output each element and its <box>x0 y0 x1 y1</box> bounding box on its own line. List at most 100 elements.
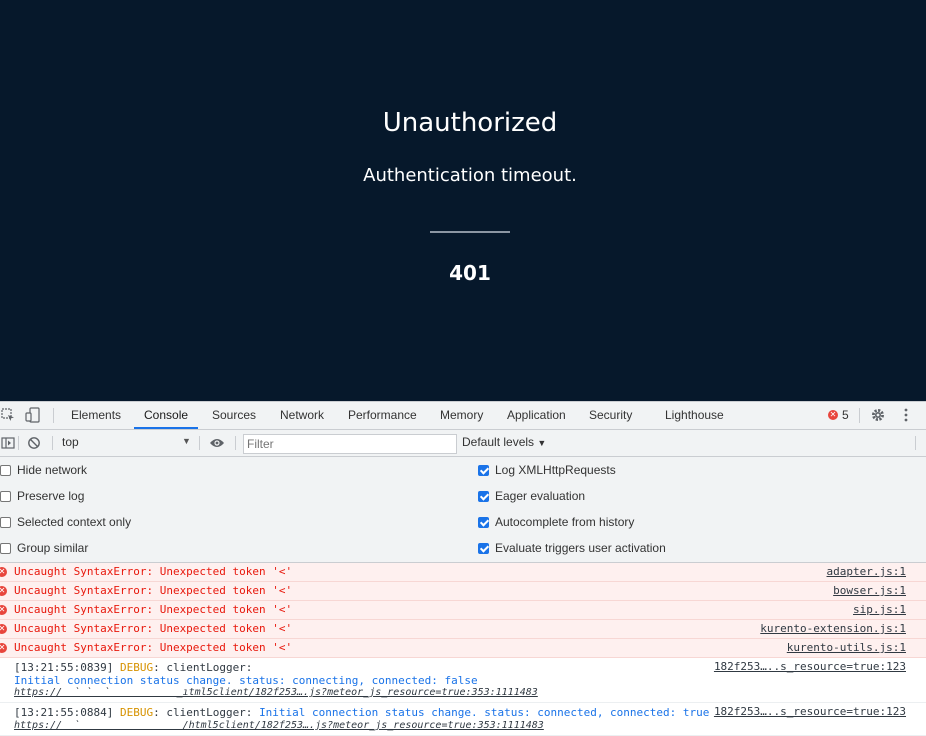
eye-icon[interactable] <box>209 434 225 452</box>
error-icon: ✕ <box>0 624 7 634</box>
log-header: [13:21:55:0839] DEBUG: clientLogger: <box>14 661 252 674</box>
log-level: DEBUG <box>119 661 154 674</box>
option-label: Hide network <box>17 463 88 477</box>
option-label: Preserve log <box>17 489 85 503</box>
source-link[interactable]: adapter.js:1 <box>827 565 906 578</box>
error-icon: ✕ <box>0 567 7 577</box>
source-link[interactable]: bowser.js:1 <box>833 584 906 597</box>
checkbox[interactable] <box>478 516 489 528</box>
option-label: Eager evaluation <box>495 489 586 503</box>
separator <box>52 436 53 450</box>
source-link[interactable]: kurento-extension.js:1 <box>760 622 906 635</box>
checkbox[interactable] <box>0 542 11 554</box>
tab-memory[interactable]: Memory <box>440 402 483 429</box>
log-level: DEBUG <box>119 706 154 719</box>
tab-lighthouse[interactable]: Lighthouse <box>665 402 724 429</box>
tab-security[interactable]: Security <box>589 402 632 429</box>
log-message: Initial connection status change. status… <box>14 674 478 687</box>
console-error-row: ✕ Uncaught SyntaxError: Unexpected token… <box>0 639 926 658</box>
log-time: [13:21:55:0839] <box>14 661 114 674</box>
inspect-element-icon[interactable] <box>0 406 16 424</box>
tab-network[interactable]: Network <box>280 402 324 429</box>
filter-input[interactable] <box>243 434 457 454</box>
checkbox[interactable] <box>0 464 11 476</box>
preserve-log-option[interactable]: Preserve log <box>0 486 84 506</box>
console-log-row: [13:21:55:0839] DEBUG: clientLogger: Ini… <box>0 658 926 703</box>
error-message: Uncaught SyntaxError: Unexpected token '… <box>14 641 293 654</box>
separator <box>915 436 916 450</box>
log-logger: : clientLogger: <box>153 661 253 674</box>
separator <box>199 436 200 450</box>
error-icon: ✕ <box>828 410 838 420</box>
source-link[interactable]: kurento-utils.js:1 <box>787 641 906 654</box>
show-sidebar-icon[interactable] <box>0 434 16 452</box>
chevron-down-icon: ▼ <box>537 438 547 448</box>
error-message: Uncaught SyntaxError: Unexpected token '… <box>14 622 293 635</box>
gear-icon[interactable] <box>870 406 886 424</box>
checkbox[interactable] <box>478 464 489 476</box>
error-message: Uncaught SyntaxError: Unexpected token '… <box>14 584 293 597</box>
tab-performance[interactable]: Performance <box>348 402 417 429</box>
log-levels-dropdown[interactable]: Default levels ▼ <box>462 435 546 449</box>
source-link[interactable]: 182f253…..s_resource=true:123 <box>714 660 906 673</box>
console-error-row: ✕ Uncaught SyntaxError: Unexpected token… <box>0 582 926 601</box>
devtools-tabbar: Elements Console Sources Network Perform… <box>0 402 926 430</box>
status-code: 401 <box>449 261 491 285</box>
error-count-value: 5 <box>842 408 849 422</box>
console-error-row: ✕ Uncaught SyntaxError: Unexpected token… <box>0 601 926 620</box>
chevron-down-icon[interactable]: ▼ <box>182 436 191 446</box>
eager-evaluation-option[interactable]: Eager evaluation <box>478 486 585 506</box>
group-similar-option[interactable]: Group similar <box>0 538 88 558</box>
devtools-panel: Elements Console Sources Network Perform… <box>0 401 926 736</box>
device-toolbar-icon[interactable] <box>25 406 41 424</box>
log-link[interactable]: https:// ` /html5client/182f253….js?mete… <box>14 720 544 731</box>
log-time: [13:21:55:0884] <box>14 706 114 719</box>
selected-context-option[interactable]: Selected context only <box>0 512 131 532</box>
source-link[interactable]: sip.js:1 <box>853 603 906 616</box>
tab-console[interactable]: Console <box>134 402 199 429</box>
more-options-icon[interactable] <box>898 406 914 424</box>
hide-network-option[interactable]: Hide network <box>0 460 87 480</box>
error-icon: ✕ <box>0 605 7 615</box>
page-subtitle: Authentication timeout. <box>363 165 577 186</box>
console-toolbar: top ▼ Default levels ▼ <box>0 430 926 457</box>
separator <box>859 408 860 423</box>
error-icon: ✕ <box>0 586 7 596</box>
option-label: Autocomplete from history <box>495 515 635 529</box>
log-message: Initial connection status change. status… <box>259 706 710 719</box>
option-label: Evaluate triggers user activation <box>495 541 666 555</box>
log-logger: : clientLogger: <box>153 706 253 719</box>
log-header: [13:21:55:0884] DEBUG: clientLogger: Ini… <box>14 706 709 719</box>
log-xhr-option[interactable]: Log XMLHttpRequests <box>478 460 616 480</box>
console-log-row: [13:21:55:0884] DEBUG: clientLogger: Ini… <box>0 703 926 736</box>
evaluate-triggers-option[interactable]: Evaluate triggers user activation <box>478 538 666 558</box>
checkbox[interactable] <box>0 516 11 528</box>
tab-sources[interactable]: Sources <box>212 402 256 429</box>
option-label: Group similar <box>17 541 89 555</box>
tab-elements[interactable]: Elements <box>71 402 121 429</box>
separator <box>53 408 54 423</box>
checkbox[interactable] <box>478 490 489 502</box>
divider <box>430 231 510 233</box>
tab-application[interactable]: Application <box>507 402 566 429</box>
separator <box>18 436 19 450</box>
option-label: Selected context only <box>17 515 132 529</box>
log-link[interactable]: https:// ` ` ` _ıtml5client/182f253….js?… <box>14 687 538 698</box>
option-label: Log XMLHttpRequests <box>495 463 616 477</box>
separator <box>235 436 236 450</box>
console-error-row: ✕ Uncaught SyntaxError: Unexpected token… <box>0 620 926 639</box>
error-counter[interactable]: ✕ 5 <box>828 408 849 422</box>
error-message: Uncaught SyntaxError: Unexpected token '… <box>14 565 293 578</box>
checkbox[interactable] <box>478 542 489 554</box>
console-error-row: ✕ Uncaught SyntaxError: Unexpected token… <box>0 563 926 582</box>
error-icon: ✕ <box>0 643 7 653</box>
context-select[interactable]: top <box>62 435 79 449</box>
page-title: Unauthorized <box>382 108 558 138</box>
checkbox[interactable] <box>0 490 11 502</box>
clear-console-icon[interactable] <box>26 434 42 452</box>
console-settings: Hide network Preserve log Selected conte… <box>0 457 926 563</box>
autocomplete-option[interactable]: Autocomplete from history <box>478 512 634 532</box>
console-output: ✕ Uncaught SyntaxError: Unexpected token… <box>0 563 926 736</box>
source-link[interactable]: 182f253…..s_resource=true:123 <box>714 705 906 718</box>
log-levels-label: Default levels <box>462 435 535 449</box>
